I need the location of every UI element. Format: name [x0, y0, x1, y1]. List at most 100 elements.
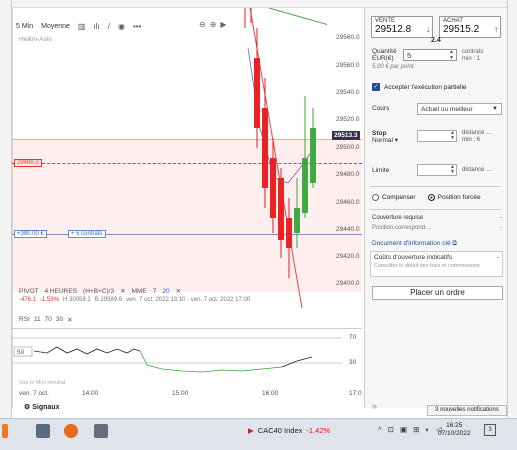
divider	[370, 186, 501, 187]
pivot-label[interactable]: PIVOT	[19, 288, 39, 296]
price-tick: 29480.0	[336, 171, 360, 178]
partial-exec-label: Accepter l'exécution partielle	[384, 83, 467, 91]
time-axis[interactable]: ven. 7 oct. 14:00 15:00 16:00 17:0	[12, 388, 362, 400]
expand-chevron-icon[interactable]: »	[372, 401, 377, 411]
kid-document-label: Document d'information clé	[372, 240, 451, 247]
divider	[370, 209, 501, 210]
quantity-side: contrats min : 1	[462, 49, 483, 63]
left-edge-panel	[0, 0, 12, 450]
calculator-icon[interactable]	[36, 424, 50, 438]
costs-details-link[interactable]: Consulter le détail des frais et commiss…	[374, 263, 499, 269]
stop-distance-group: distance … min : 6	[462, 130, 492, 144]
mme-green-line	[268, 8, 327, 26]
rsi-legend: RSI 11 70 30 ✕	[19, 316, 73, 324]
system-tray-icons[interactable]: ^ ⊡ ▣ ⊞ ◐ ◁	[378, 425, 444, 434]
candlestick-chart	[244, 8, 327, 308]
app-window-icon[interactable]	[94, 424, 108, 438]
chevron-down-icon: ▾	[394, 137, 399, 144]
price-tick: 29520.0	[336, 116, 360, 123]
stepper-icon[interactable]: ▲ ▼	[449, 49, 454, 61]
rsi-param-3: 30	[55, 316, 64, 323]
stop-input[interactable]: ▲ ▼	[417, 130, 457, 142]
price-tick: 29440.0	[336, 226, 360, 233]
signals-tab[interactable]: ⚙ Signaux	[24, 403, 59, 411]
rsi-chart	[12, 337, 342, 373]
forced-position-label: Position forcée	[437, 194, 481, 201]
clock-time: 16:25	[446, 422, 463, 429]
costs-box: Coûts d'ouverture indicatifs - Consulter …	[370, 251, 503, 277]
stock-ticker-widget[interactable]: ▶ CAC40 Index -1.42%	[248, 426, 330, 435]
time-range: ven. 7 oct. 2022 13:10 - ven. 7 oct. 202…	[126, 297, 251, 303]
avast-icon[interactable]	[64, 424, 78, 438]
cours-select[interactable]: Actuel ou meilleur ▼	[417, 103, 502, 115]
place-order-button[interactable]: Placer un ordre	[372, 286, 503, 300]
rsi-70-label: 70	[349, 334, 357, 341]
app-icon-orange[interactable]	[2, 424, 8, 438]
right-edge-scroll	[507, 0, 517, 450]
limit-distance-select[interactable]: distance …	[462, 167, 492, 174]
stepper-icon[interactable]: ▲ ▼	[450, 131, 455, 141]
pivot-timeframe: 4 HEURES	[44, 288, 78, 295]
rsi-param-2: 70	[44, 316, 52, 323]
windows-taskbar: ▶ CAC40 Index -1.42% ^ ⊡ ▣ ⊞ ◐ ◁ 16:25 0…	[0, 418, 517, 450]
coverage-value: -	[500, 215, 502, 221]
x-tick: 16:00	[262, 390, 279, 397]
limit-input[interactable]: ▲ ▼	[417, 164, 457, 176]
stop-label-group: Stop Normal ▾	[372, 130, 398, 144]
price-tick: 29500.0	[336, 144, 360, 151]
rsi-line-green	[139, 350, 283, 373]
mme-label[interactable]: MME	[132, 288, 147, 296]
indicator-legend: PIVOT 4 HEURES (H+B+C)/3 ✕ MME 7 20 ✕ -4…	[12, 288, 327, 304]
close-icon[interactable]: ✕	[120, 288, 125, 296]
mme-value: 7	[152, 288, 157, 295]
close-icon[interactable]: ✕	[67, 316, 72, 324]
coverage-label: Couverture requise	[372, 215, 424, 221]
sell-price: 29512.8	[375, 24, 412, 35]
partial-exec-checkbox-row[interactable]: ✓ Accepter l'exécution partielle	[372, 83, 467, 91]
close-icon[interactable]: ✕	[176, 288, 181, 296]
price-tick: 29460.0	[336, 199, 360, 206]
costs-value: -	[496, 254, 499, 261]
kid-document-link[interactable]: Document d'information clé ⧉	[372, 240, 457, 248]
rsi-label[interactable]: RSI	[19, 316, 30, 324]
price-tick: 29540.0	[336, 89, 360, 96]
quantity-unit: EUR(€)	[372, 55, 394, 62]
sell-box[interactable]: VENTE 29512.8 ↓	[371, 16, 433, 38]
low-value: B 29589.6	[94, 297, 123, 303]
stepper-icon[interactable]: ▲ ▼	[450, 165, 455, 175]
position-row: Position correspond… -	[372, 225, 502, 231]
high-value: H 30059.1	[63, 297, 91, 303]
spread-value: 2.4	[431, 37, 441, 44]
forced-position-radio[interactable]: Position forcée	[427, 194, 481, 201]
mini-result-link[interactable]: Voir le Mini résultat	[19, 380, 65, 386]
signals-label: Signaux	[32, 404, 60, 411]
compensate-radio[interactable]: Compenser	[372, 194, 416, 201]
checkbox-checked-icon[interactable]: ✓	[372, 83, 380, 91]
price-tick: 29560.0	[336, 62, 360, 69]
x-tick: 14:00	[82, 390, 99, 397]
quantity-label-text: Quantité	[372, 48, 397, 55]
radio-off-icon	[372, 194, 379, 201]
change-abs: -476.1	[19, 297, 37, 303]
min-text: min : 1	[462, 56, 481, 62]
notifications-toast[interactable]: 3 nouvelles notifications	[427, 405, 507, 416]
signals-icon: ⚙	[24, 404, 33, 411]
per-point-value: 5,00 € par point	[372, 64, 414, 70]
rsi-panel[interactable]: 50 70 30	[12, 328, 362, 376]
limit-label: Limite	[372, 167, 390, 174]
cours-label: Cours	[372, 105, 390, 112]
candles	[244, 8, 316, 278]
mme-value-2: 20	[162, 288, 170, 295]
arrow-down-icon: ↓	[426, 25, 430, 34]
price-tick: 29400.0	[336, 280, 360, 287]
stop-distance-select[interactable]: distance …	[462, 130, 492, 137]
x-axis-date: ven. 7 oct.	[19, 390, 49, 397]
notification-center-icon[interactable]: 3	[484, 424, 496, 436]
quantity-input[interactable]: 5 ▲ ▼	[403, 49, 457, 61]
rsi-left-value: 50	[17, 349, 25, 356]
buy-box[interactable]: ACHAT 29515.2 ↑	[439, 16, 501, 38]
rsi-30-label: 30	[349, 359, 357, 366]
stop-type-select[interactable]: Normal ▾	[372, 137, 398, 144]
pivot-formula: (H+B+C)/3	[83, 288, 115, 295]
clock[interactable]: 16:25 07/10/2022	[438, 422, 471, 438]
